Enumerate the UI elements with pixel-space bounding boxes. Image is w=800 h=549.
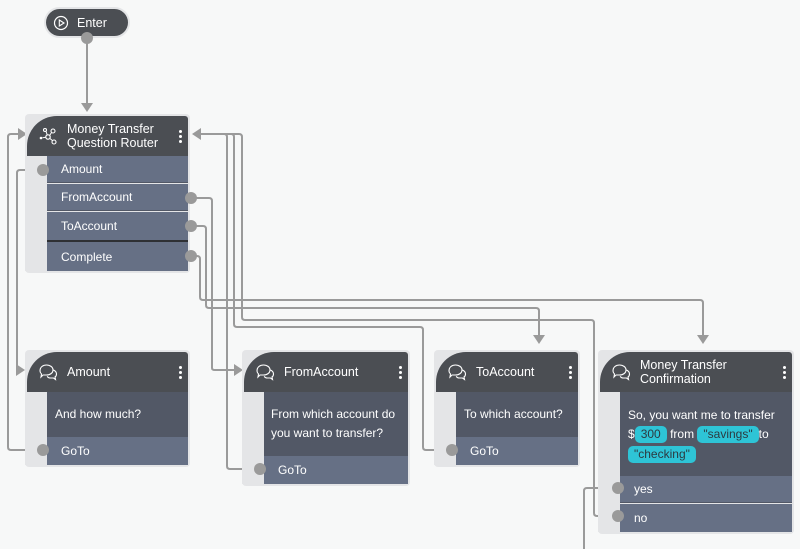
router-node-header[interactable]: Money Transfer Question Router (27, 116, 188, 156)
confirmation-prompt-line2: $300 from "savings" to (628, 425, 792, 444)
arrow-into-toaccount (533, 335, 545, 344)
to-account-variable-chip[interactable]: "checking" (628, 446, 696, 463)
amount-row-goto[interactable]: GoTo (47, 437, 188, 465)
confirmation-yes-label: yes (634, 482, 653, 496)
enter-output-port[interactable] (81, 32, 93, 44)
amount-menu-icon[interactable] (179, 365, 182, 379)
arrow-into-router-top (81, 103, 93, 112)
router-row-label: Amount (61, 162, 103, 176)
dollar-sign: $ (628, 427, 635, 441)
fromaccount-node[interactable]: FromAccount From which account do you wa… (242, 350, 410, 486)
confirmation-menu-icon[interactable] (783, 365, 786, 379)
router-amount-port[interactable] (37, 164, 49, 176)
router-title-line2: Question Router (67, 136, 159, 150)
arrow-into-amount (16, 364, 25, 376)
toaccount-node-header[interactable]: ToAccount (436, 352, 578, 392)
amount-goto-port[interactable] (37, 444, 49, 456)
fromaccount-goto-port[interactable] (254, 463, 266, 475)
fromaccount-node-header[interactable]: FromAccount (244, 352, 408, 392)
confirmation-prompt-area: So, you want me to transfer $300 from "s… (620, 392, 792, 476)
fromaccount-title: FromAccount (284, 365, 359, 379)
router-nodes-icon (39, 127, 57, 145)
router-menu-icon[interactable] (179, 129, 182, 143)
play-circle-icon (53, 15, 69, 30)
router-title: Money Transfer Question Router (67, 122, 179, 150)
fromaccount-prompt-line2: you want to transfer? (271, 426, 384, 440)
toaccount-goto-label: GoTo (470, 444, 499, 458)
amount-title: Amount (67, 365, 111, 379)
confirmation-node[interactable]: Money Transfer Confirmation So, you want… (598, 350, 794, 534)
chat-bubbles-icon (612, 364, 631, 381)
amount-node-header[interactable]: Amount (27, 352, 188, 392)
confirmation-title-line1: Money Transfer (640, 358, 727, 372)
confirmation-title-line2: Confirmation (640, 372, 711, 386)
router-title-line1: Money Transfer (67, 122, 154, 136)
wire-router-complete-to-confirmation (191, 255, 704, 336)
chat-bubbles-icon (256, 364, 275, 381)
enter-label: Enter (77, 15, 107, 30)
router-row-toaccount[interactable]: ToAccount (47, 212, 188, 240)
confirmation-yes-port[interactable] (612, 482, 624, 494)
arrow-into-confirmation (697, 335, 709, 344)
router-row-fromaccount[interactable]: FromAccount (47, 184, 188, 211)
router-row-label: ToAccount (61, 219, 118, 233)
confirmation-node-header[interactable]: Money Transfer Confirmation (600, 352, 792, 392)
amount-prompt: And how much? (55, 407, 142, 421)
amount-variable-chip[interactable]: 300 (634, 426, 667, 443)
router-fromaccount-port[interactable] (185, 192, 197, 204)
toaccount-row-goto[interactable]: GoTo (456, 437, 578, 465)
arrow-into-router-right (192, 128, 201, 140)
fromaccount-menu-icon[interactable] (399, 365, 402, 379)
router-row-amount[interactable]: Amount (47, 156, 188, 183)
confirmation-row-no[interactable]: no (620, 504, 792, 532)
toaccount-goto-port[interactable] (446, 444, 458, 456)
chat-bubbles-icon (448, 364, 467, 381)
router-node[interactable]: Money Transfer Question Router Amount Fr… (25, 114, 190, 273)
wire-router-from-to-fromaccount (191, 197, 236, 371)
to-word: to (758, 427, 769, 441)
router-row-label: FromAccount (61, 190, 133, 204)
confirmation-prompt-line1: So, you want me to transfer (628, 408, 775, 422)
router-complete-port[interactable] (185, 250, 197, 262)
from-word: from (670, 427, 695, 441)
chat-bubbles-icon (39, 364, 58, 381)
confirmation-no-port[interactable] (612, 510, 624, 522)
fromaccount-goto-label: GoTo (278, 463, 307, 477)
toaccount-prompt: To which account? (464, 407, 563, 421)
wire-router-to-to-toaccount (191, 225, 540, 336)
router-row-label: Complete (61, 249, 113, 264)
amount-prompt-area: And how much? (47, 392, 188, 437)
fromaccount-row-goto[interactable]: GoTo (264, 456, 408, 484)
fromaccount-prompt-line1: From which account do (271, 407, 396, 421)
router-row-complete[interactable]: Complete (47, 242, 188, 271)
router-toaccount-port[interactable] (185, 220, 197, 232)
confirmation-title: Money Transfer Confirmation (640, 358, 783, 386)
confirmation-no-label: no (634, 511, 648, 525)
fromaccount-prompt-area: From which account do you want to transf… (264, 392, 408, 456)
amount-node[interactable]: Amount And how much? GoTo (25, 350, 190, 467)
amount-goto-label: GoTo (61, 444, 90, 458)
toaccount-prompt-area: To which account? (456, 392, 578, 437)
toaccount-menu-icon[interactable] (569, 365, 572, 379)
from-account-variable-chip[interactable]: "savings" (697, 426, 759, 443)
toaccount-title: ToAccount (476, 365, 535, 379)
confirmation-row-yes[interactable]: yes (620, 476, 792, 503)
